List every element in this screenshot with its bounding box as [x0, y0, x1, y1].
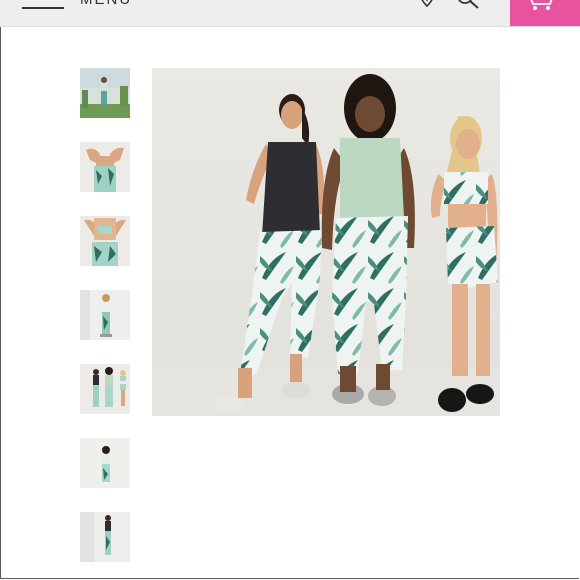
main-product-photo[interactable] [152, 68, 500, 416]
cart-button[interactable] [510, 0, 580, 26]
heart-icon[interactable] [418, 0, 436, 8]
search-icon[interactable] [456, 0, 482, 10]
gallery-thumbnail-selected[interactable] [80, 364, 130, 414]
cart-icon [530, 0, 553, 10]
hamburger-icon[interactable] [22, 0, 64, 10]
site-header: MENU [0, 0, 580, 27]
gallery-thumbnail[interactable] [80, 438, 130, 488]
gallery-thumbnail[interactable] [80, 512, 130, 562]
gallery-thumbnail[interactable] [80, 290, 130, 340]
menu-label[interactable]: MENU [80, 0, 132, 8]
gallery-thumbnail[interactable] [80, 216, 130, 266]
gallery-thumbnail[interactable] [80, 142, 130, 192]
gallery-thumbnail[interactable] [80, 68, 130, 118]
